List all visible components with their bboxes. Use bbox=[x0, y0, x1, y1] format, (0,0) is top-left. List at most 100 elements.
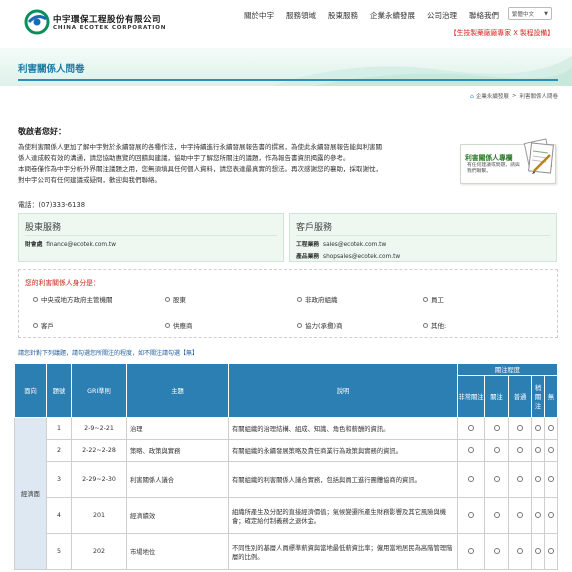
radio-button[interactable] bbox=[493, 446, 500, 453]
radio-button[interactable] bbox=[517, 511, 523, 518]
language-value: 繁體中文 bbox=[512, 11, 535, 18]
radio-button[interactable] bbox=[468, 424, 474, 431]
customer-service-title: 客戶服務 bbox=[296, 223, 333, 233]
nav-about[interactable]: 關於中宇 bbox=[244, 10, 274, 21]
identity-option-contractor[interactable]: 協力(承攬)商 bbox=[297, 320, 343, 330]
radio-button[interactable] bbox=[517, 475, 523, 482]
nav-governance[interactable]: 公司治理 bbox=[427, 10, 457, 21]
contact-label: 產品業務 bbox=[296, 254, 320, 260]
radio-button[interactable] bbox=[517, 424, 523, 431]
page-title: 利害關係人問卷 bbox=[18, 64, 85, 75]
radio-button[interactable] bbox=[548, 446, 554, 453]
radio-button[interactable] bbox=[548, 547, 554, 554]
shopsales-email-link[interactable]: shopsales@ecotek.com.tw bbox=[323, 254, 400, 260]
radio-button[interactable] bbox=[423, 296, 428, 302]
title-underline bbox=[18, 79, 558, 81]
radio-button[interactable] bbox=[548, 475, 554, 482]
table-row: 5 202 市場地位 不同性別的基層人員標準薪資與當地最低薪資比率；僱用當地居民… bbox=[15, 533, 559, 570]
intro-line: 本問卷僅作為中宇分析外界關注議題之用，您無須填具任何個人資料，請您表達最真實的想… bbox=[18, 165, 382, 173]
radio-button[interactable] bbox=[297, 296, 302, 302]
radio-cell bbox=[508, 417, 532, 440]
identity-section: 您的利害關係人身分是： 中央或地方政府主管機關 股東 非政府組織 員工 客戶 供… bbox=[18, 269, 558, 338]
identity-option-shareholder[interactable]: 股東 bbox=[165, 294, 186, 304]
contact-label: 工程業務 bbox=[296, 242, 320, 248]
radio-button[interactable] bbox=[493, 475, 500, 482]
radio-cell bbox=[543, 417, 559, 440]
radio-button[interactable] bbox=[493, 511, 500, 518]
divider bbox=[296, 235, 550, 236]
nav-shareholders[interactable]: 股東服務 bbox=[328, 10, 358, 21]
nav-contact[interactable]: 聯絡我們 bbox=[469, 10, 499, 21]
breadcrumb-item-csr[interactable]: 企業永續發展 bbox=[476, 92, 509, 100]
aspect-cell: 經濟面 bbox=[14, 417, 47, 570]
home-icon[interactable]: ⌂ bbox=[470, 93, 474, 100]
finance-email-link[interactable]: finance@ecotek.com.tw bbox=[46, 242, 116, 248]
radio-button[interactable] bbox=[423, 322, 428, 328]
row-topic: 利害關係人議合 bbox=[126, 461, 229, 498]
contact-label: 財會處 bbox=[25, 242, 43, 248]
radio-cell bbox=[457, 461, 485, 498]
row-description: 組織所產生及分配的直接經濟價值；氣候變遷所產生財務影響及其它風險與機會；確定給付… bbox=[228, 497, 458, 534]
table-row: 4 201 經濟績效 組織所產生及分配的直接經濟價值；氣候變遷所產生財務影響及其… bbox=[15, 497, 559, 534]
option-label: 員工 bbox=[431, 296, 444, 304]
radio-cell bbox=[457, 417, 485, 440]
radio-button[interactable] bbox=[165, 296, 170, 302]
radio-button[interactable] bbox=[468, 547, 474, 554]
row-topic: 經濟績效 bbox=[126, 497, 229, 534]
option-label: 協力(承攬)商 bbox=[305, 322, 343, 330]
sales-email-link[interactable]: sales@ecotek.com.tw bbox=[323, 242, 386, 248]
radio-cell bbox=[543, 439, 559, 462]
radio-cell bbox=[508, 439, 532, 462]
radio-button[interactable] bbox=[517, 446, 523, 453]
radio-button[interactable] bbox=[468, 446, 474, 453]
radio-button[interactable] bbox=[468, 511, 474, 518]
identity-option-employee[interactable]: 員工 bbox=[423, 294, 444, 304]
radio-button[interactable] bbox=[165, 322, 170, 328]
identity-option-other[interactable]: 其他: bbox=[423, 320, 446, 330]
header-concern-level: 關注程度 bbox=[456, 363, 559, 376]
radio-button[interactable] bbox=[535, 547, 541, 554]
company-name-en[interactable]: CHINA ECOTEK CORPORATION bbox=[53, 25, 166, 31]
company-name-cn[interactable]: 中宇環保工程股份有限公司 bbox=[53, 13, 161, 25]
identity-option-ngo[interactable]: 非政府組織 bbox=[297, 294, 338, 304]
table-row: 經濟面 1 2-9~2-21 治理 有關組織的治理結構、組成、知識、角色和薪酬的… bbox=[14, 417, 559, 570]
radio-button[interactable] bbox=[535, 475, 541, 482]
language-select[interactable]: 繁體中文 ▼ bbox=[508, 7, 552, 20]
radio-button[interactable] bbox=[33, 322, 38, 328]
radio-cell bbox=[484, 439, 509, 462]
row-gri: 202 bbox=[71, 533, 127, 570]
radio-button[interactable] bbox=[493, 424, 500, 431]
nav-services[interactable]: 服務領域 bbox=[286, 10, 316, 21]
card-title: 利害關係人專欄 bbox=[465, 154, 513, 162]
intro-line: 為使利害關係人更加了解中宇對於永續發展的各種作法，中宇持續進行永續發展報告書的撰… bbox=[18, 143, 382, 151]
contact-line: 財會處 finance@ecotek.com.tw bbox=[25, 239, 116, 248]
radio-button[interactable] bbox=[548, 511, 554, 518]
radio-button[interactable] bbox=[535, 424, 541, 431]
row-gri: 2-9~2-21 bbox=[71, 417, 127, 440]
radio-button[interactable] bbox=[468, 475, 474, 482]
radio-button[interactable] bbox=[493, 547, 500, 554]
radio-cell bbox=[531, 417, 545, 440]
radio-cell bbox=[484, 461, 509, 498]
identity-option-supplier[interactable]: 供應商 bbox=[165, 320, 193, 330]
customer-service-box: 客戶服務 工程業務 sales@ecotek.com.tw 產品業務 shops… bbox=[289, 213, 557, 262]
radio-button[interactable] bbox=[33, 296, 38, 302]
contact-line: 產品業務 shopsales@ecotek.com.tw bbox=[296, 251, 400, 260]
radio-cell bbox=[531, 439, 545, 462]
identity-option-customer[interactable]: 客戶 bbox=[33, 320, 54, 330]
radio-button[interactable] bbox=[297, 322, 302, 328]
radio-button[interactable] bbox=[548, 424, 554, 431]
radio-button[interactable] bbox=[535, 511, 541, 518]
radio-cell bbox=[484, 497, 509, 534]
identity-option-government[interactable]: 中央或地方政府主管機關 bbox=[33, 294, 113, 304]
header-level-slight: 稍關注 bbox=[531, 375, 545, 418]
breadcrumb-item-current: 利害關係人問卷 bbox=[519, 94, 558, 100]
stakeholder-column-card[interactable]: 利害關係人專欄 有任何建議或問題，請與我們聯繫。 bbox=[460, 138, 556, 184]
logo-mark-icon[interactable] bbox=[24, 9, 50, 35]
radio-button[interactable] bbox=[517, 547, 523, 554]
radio-cell bbox=[508, 461, 532, 498]
header-no: 題號 bbox=[46, 363, 72, 418]
radio-button[interactable] bbox=[535, 446, 541, 453]
nav-csr[interactable]: 企業永續發展 bbox=[370, 10, 415, 21]
radio-cell bbox=[508, 533, 532, 570]
